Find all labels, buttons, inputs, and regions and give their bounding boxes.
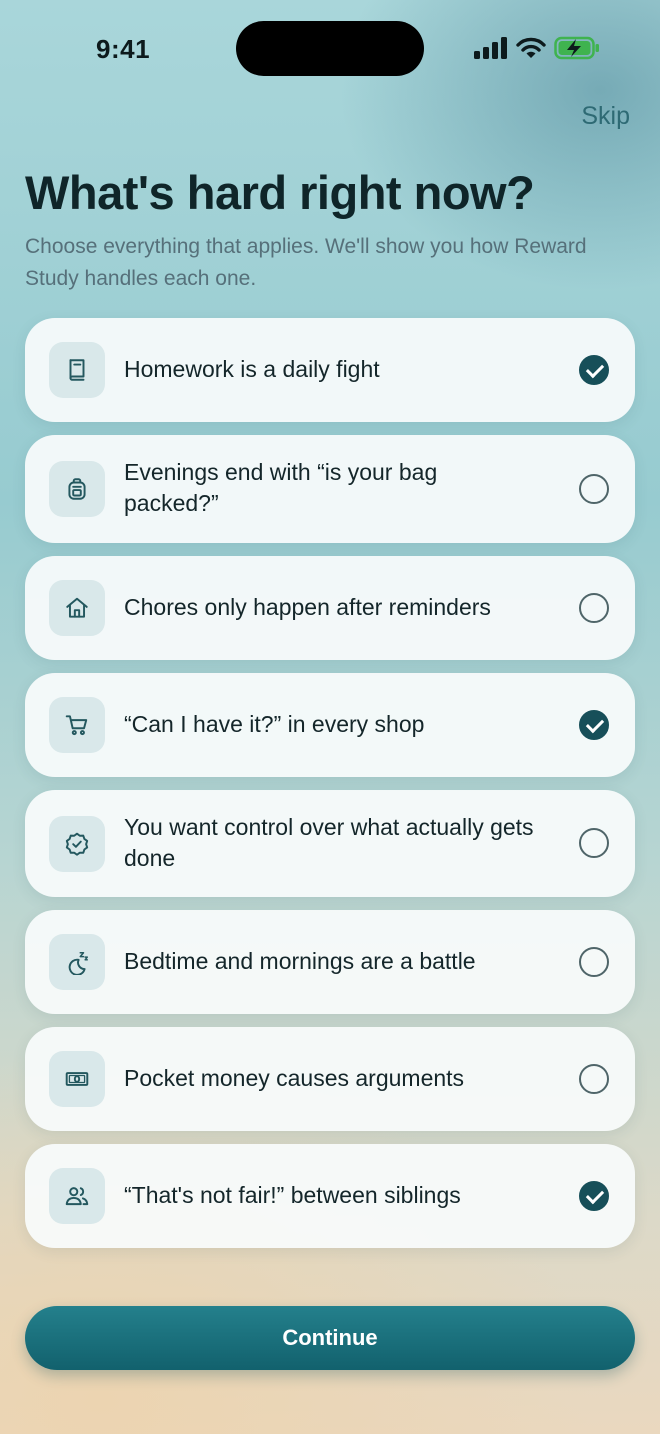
option-icon-tile [49,816,105,872]
option-checkbox-checked[interactable] [579,1181,609,1211]
option-checkbox[interactable] [579,474,609,504]
option-checkbox[interactable] [579,1064,609,1094]
status-time: 9:41 [96,34,151,64]
option-icon-tile [49,1051,105,1107]
option-card[interactable]: Homework is a daily fight [25,318,635,422]
backpack-icon [68,478,86,500]
option-card[interactable]: “That's not fair!” between siblings [25,1144,635,1248]
option-label: Pocket money causes arguments [124,1065,465,1091]
page-subtitle: Choose everything that applies. We'll sh… [25,235,587,290]
option-checkbox[interactable] [579,593,609,623]
option-card[interactable]: “Can I have it?” in every shop [25,673,635,777]
option-icon-tile [49,342,105,398]
option-icon-tile [49,580,105,636]
option-label: Evenings end with “is your bag packed?” [124,459,438,516]
option-label: You want control over what actually gets… [124,814,534,871]
option-checkbox-checked[interactable] [579,710,609,740]
option-card[interactable]: Pocket money causes arguments [25,1027,635,1131]
option-icon-tile [49,461,105,517]
option-icon-tile [49,1168,105,1224]
option-icon-tile [49,934,105,990]
badge-check-icon [65,832,89,856]
battery-charging-icon [554,36,599,60]
users-icon [65,1187,89,1206]
option-checkbox[interactable] [579,828,609,858]
option-card[interactable]: Evenings end with “is your bag packed?” [25,435,635,543]
dynamic-island [236,21,424,76]
option-card[interactable]: You want control over what actually gets… [25,790,635,897]
option-label: Bedtime and mornings are a battle [124,948,476,974]
house-icon [66,597,88,618]
wifi-icon [516,37,546,58]
option-label: Chores only happen after reminders [124,594,491,620]
banknote-icon [65,1072,89,1086]
continue-button[interactable]: Continue [25,1306,635,1370]
page-title: What's hard right now? [25,166,535,219]
cart-icon [65,715,88,736]
option-icon-tile [49,697,105,753]
option-checkbox[interactable] [579,947,609,977]
cellular-signal-icon [474,37,507,59]
moon-sleep-icon [68,952,88,975]
option-checkbox-checked[interactable] [579,355,609,385]
option-label: “That's not fair!” between siblings [124,1182,461,1208]
skip-button[interactable]: Skip [581,102,630,131]
status-icons [474,36,600,60]
option-label: Homework is a daily fight [124,356,380,382]
option-card[interactable]: Bedtime and mornings are a battle [25,910,635,1014]
status-bar: 9:41 [0,0,660,96]
option-label: “Can I have it?” in every shop [124,711,425,737]
book-icon [69,359,85,381]
option-card[interactable]: Chores only happen after reminders [25,556,635,660]
